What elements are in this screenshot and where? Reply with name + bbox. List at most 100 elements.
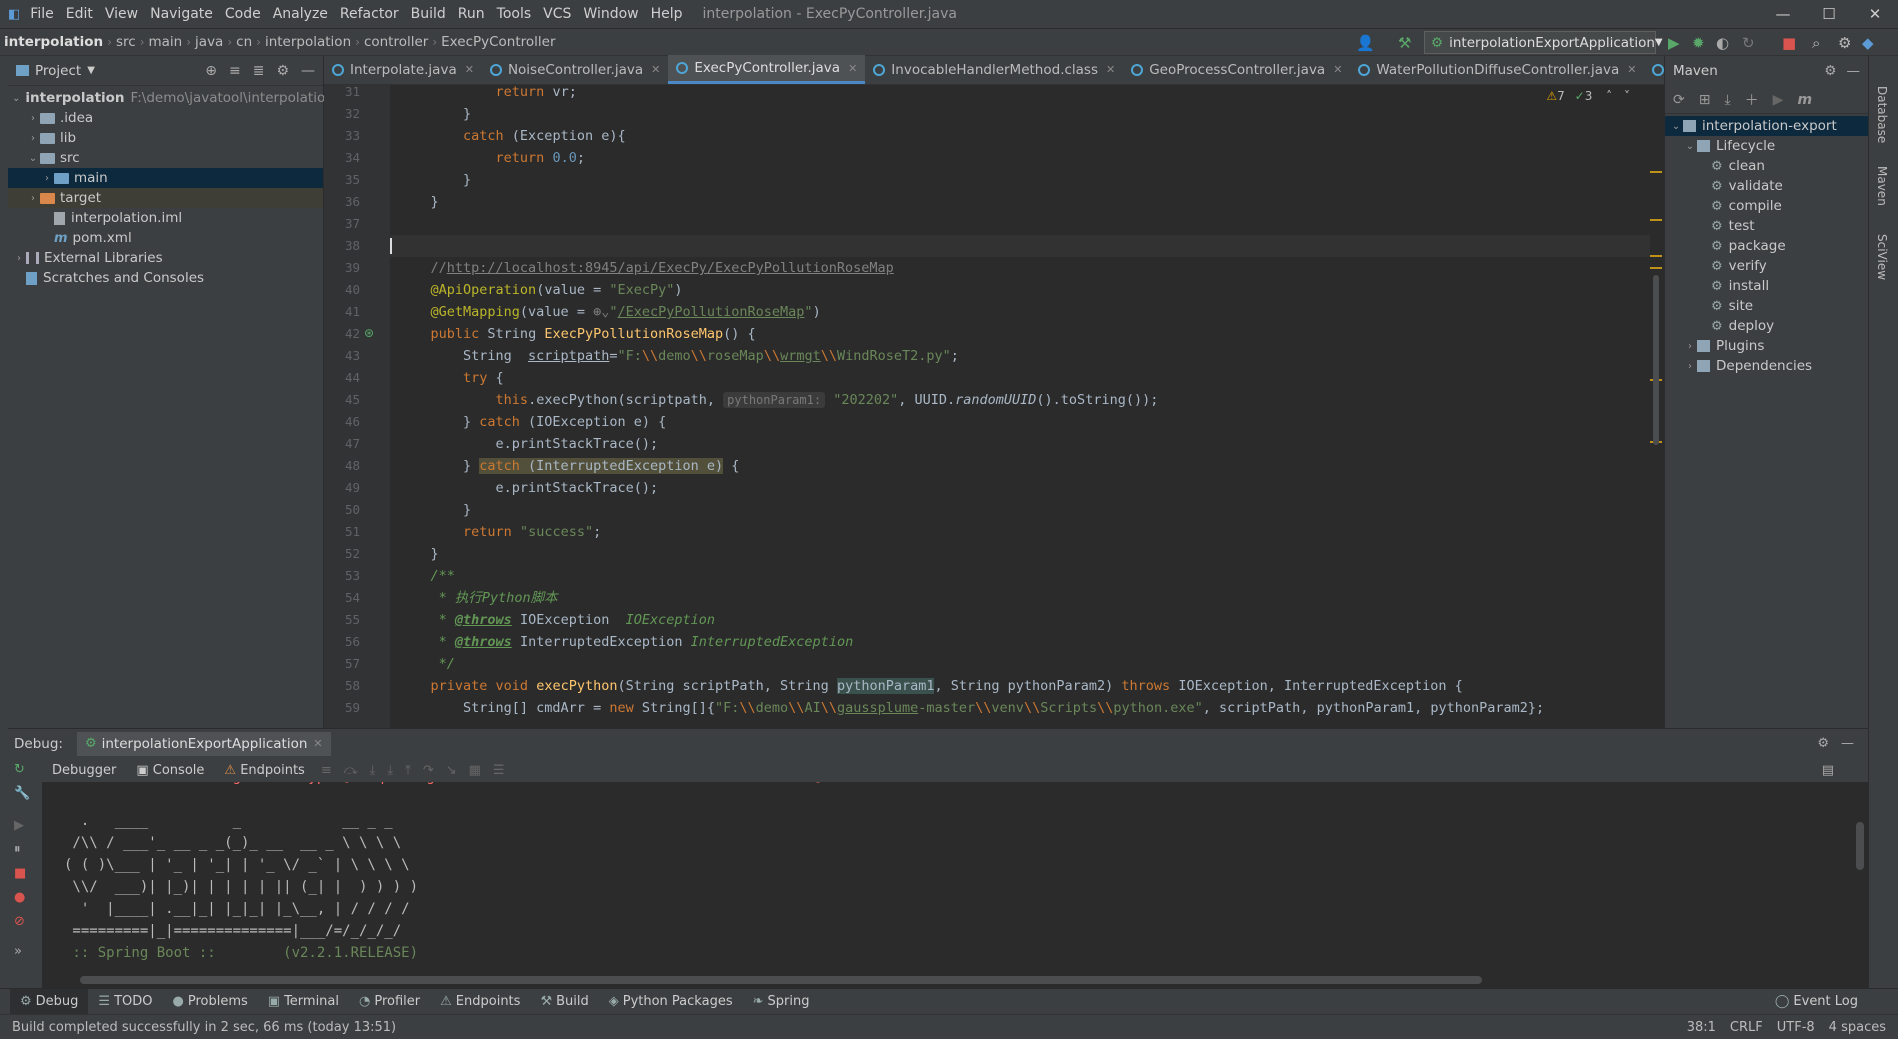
chevron-down-icon[interactable]: ˅ [1624,89,1630,103]
pause-icon[interactable]: ⏸ [14,842,21,857]
chevron-right-icon[interactable]: › [26,133,40,144]
chevron-right-icon[interactable]: › [1683,341,1697,352]
user-icon[interactable]: 👤 [1356,33,1375,53]
chevron-right-icon[interactable]: › [26,113,40,124]
maven-item-test[interactable]: ⚙ test [1665,216,1868,236]
menu-analyze[interactable]: Analyze [267,6,334,22]
code-line[interactable]: /** [390,565,1650,587]
menu-navigate[interactable]: Navigate [144,6,219,22]
error-stripe[interactable] [1650,85,1664,728]
rerun-icon[interactable]: ↻ [14,762,25,777]
maven-item-install[interactable]: ⚙ install [1665,276,1868,296]
breadcrumb-item[interactable]: ExecPyController [437,34,559,50]
code-line[interactable]: return vr; [390,85,1650,103]
code-line[interactable]: e.printStackTrace(); [390,477,1650,499]
download-icon[interactable]: ⤓ [1724,92,1730,108]
code-line[interactable]: @GetMapping(value = ⊕⌄"/ExecPyPollutionR… [390,301,1650,323]
gear-icon[interactable]: ⚙ [276,63,289,79]
collapse-all-icon[interactable]: ≣ [253,63,265,79]
coverage-icon[interactable]: ◐ [1716,33,1729,53]
code-line[interactable]: * @throws InterruptedException Interrupt… [390,631,1650,653]
code-line[interactable]: try { [390,367,1650,389]
editor-tab[interactable]: WaterPollutionDiffuseController.java ✕ [1350,55,1644,84]
run-configuration-select[interactable]: ⚙ interpolationExportApplication ▼ [1424,31,1663,54]
menu-window[interactable]: Window [577,6,644,22]
menu-run[interactable]: Run [452,6,491,22]
menu-help[interactable]: Help [645,6,689,22]
code-line[interactable]: } [390,169,1650,191]
code-editor[interactable]: ⚠7 ✓3 ˄ ˅ return vr; } catch (Exception … [390,85,1650,728]
maven-item-site[interactable]: ⚙ site [1665,296,1868,316]
code-line[interactable]: } [390,191,1650,213]
run-goal-icon[interactable]: ▶ [1773,92,1784,108]
inspection-widget[interactable]: ⚠7 ✓3 ˄ ˅ [1546,89,1630,103]
editor-tab[interactable]: InvocableHandlerMethod.class ✕ [865,55,1123,84]
tree-item-main[interactable]: › main [8,168,323,188]
tree-item-scratches-and-consoles[interactable]: Scratches and Consoles [8,268,323,288]
stop-icon[interactable]: ■ [14,866,26,881]
tab-endpoints[interactable]: ⚠ Endpoints [214,763,314,778]
code-line[interactable]: public String ExecPyPollutionRoseMap() { [390,323,1650,345]
menu-refactor[interactable]: Refactor [334,6,405,22]
generate-sources-icon[interactable]: ⊞ [1699,92,1711,108]
debug-icon[interactable]: ✹ [1692,33,1705,53]
maven-item-verify[interactable]: ⚙ verify [1665,256,1868,276]
warning-marker[interactable] [1650,267,1662,269]
editor-tab[interactable]: Interpolate.java ✕ [324,55,482,84]
locate-icon[interactable]: ⊕ [205,63,217,79]
line-separator[interactable]: CRLF [1730,1020,1763,1035]
code-line[interactable]: return 0.0; [390,147,1650,169]
close-tab-icon[interactable]: ✕ [465,63,474,76]
breadcrumb-item[interactable]: interpolation [261,34,355,50]
view-breakpoints-icon[interactable]: ● [14,890,25,905]
code-line[interactable]: } [390,543,1650,565]
maven-item-compile[interactable]: ⚙ compile [1665,196,1868,216]
indent-setting[interactable]: 4 spaces [1829,1020,1886,1035]
expand-all-icon[interactable]: ≡ [229,63,241,79]
minimize-icon[interactable]: — [1760,0,1806,28]
breadcrumb-item[interactable]: src [112,34,140,50]
maven-item-dependencies[interactable]: › Dependencies [1665,356,1868,376]
breadcrumb-item[interactable]: java [191,34,227,50]
maximize-icon[interactable]: ☐ [1806,0,1852,28]
code-line[interactable]: e.printStackTrace(); [390,433,1650,455]
console-horizontal-scrollbar[interactable] [80,976,1482,984]
project-view-select[interactable]: Project [35,63,81,79]
tool-tab-todo[interactable]: ☰ TODO [88,989,162,1015]
code-line[interactable]: //http://localhost:8945/api/ExecPy/ExecP… [390,257,1650,279]
hide-icon[interactable]: — [301,63,315,79]
chevron-right-icon[interactable]: › [26,193,40,204]
breadcrumb-item[interactable]: cn [232,34,256,50]
code-line[interactable]: } catch (IOException e) { [390,411,1650,433]
side-tab-database[interactable]: Database [1875,86,1889,143]
menu-vcs[interactable]: VCS [537,6,577,22]
warning-marker[interactable] [1650,255,1662,257]
breadcrumb-item[interactable]: controller [360,34,432,50]
tool-tab-endpoints[interactable]: ⚠ Endpoints [430,989,530,1015]
side-tab-maven[interactable]: Maven [1875,166,1889,206]
tool-tab-python-packages[interactable]: ◈ Python Packages [599,989,743,1015]
maven-item-validate[interactable]: ⚙ validate [1665,176,1868,196]
code-line[interactable]: String scriptpath="F:\\demo\\roseMap\\wr… [390,345,1650,367]
debug-step-toolbar[interactable]: ≡⤼⤓⤓⤒↷↘▦☰ [321,763,517,778]
profile-icon[interactable]: ↻ [1742,33,1755,53]
editor-tab[interactable]: GeoProcessController.java ✕ [1123,55,1350,84]
code-line[interactable]: } catch (InterruptedException e) { [390,455,1650,477]
chevron-up-icon[interactable]: ˄ [1606,89,1612,103]
menu-tools[interactable]: Tools [491,6,538,22]
tree-item-pom-xml[interactable]: m pom.xml [8,228,323,248]
tab-debugger[interactable]: Debugger [42,763,126,778]
tree-item-interpolation-iml[interactable]: interpolation.iml [8,208,323,228]
menu-code[interactable]: Code [219,6,267,22]
code-line[interactable]: String[] cmdArr = new String[]{"F:\\demo… [390,697,1650,719]
maven-goal-icon[interactable]: m [1797,92,1812,108]
debug-session-tab[interactable]: ⚙ interpolationExportApplication ✕ [76,731,331,756]
file-encoding[interactable]: UTF-8 [1777,1020,1815,1035]
code-line[interactable]: * @throws IOException IOException [390,609,1650,631]
editor-scrollbar[interactable] [1653,275,1659,445]
maven-item-plugins[interactable]: › Plugins [1665,336,1868,356]
build-hammer-icon[interactable]: ⚒ [1398,33,1411,53]
tree-item-target[interactable]: › target [8,188,323,208]
code-line[interactable]: * 执行Python脚本 [390,587,1650,609]
hide-icon[interactable]: — [1847,63,1861,79]
